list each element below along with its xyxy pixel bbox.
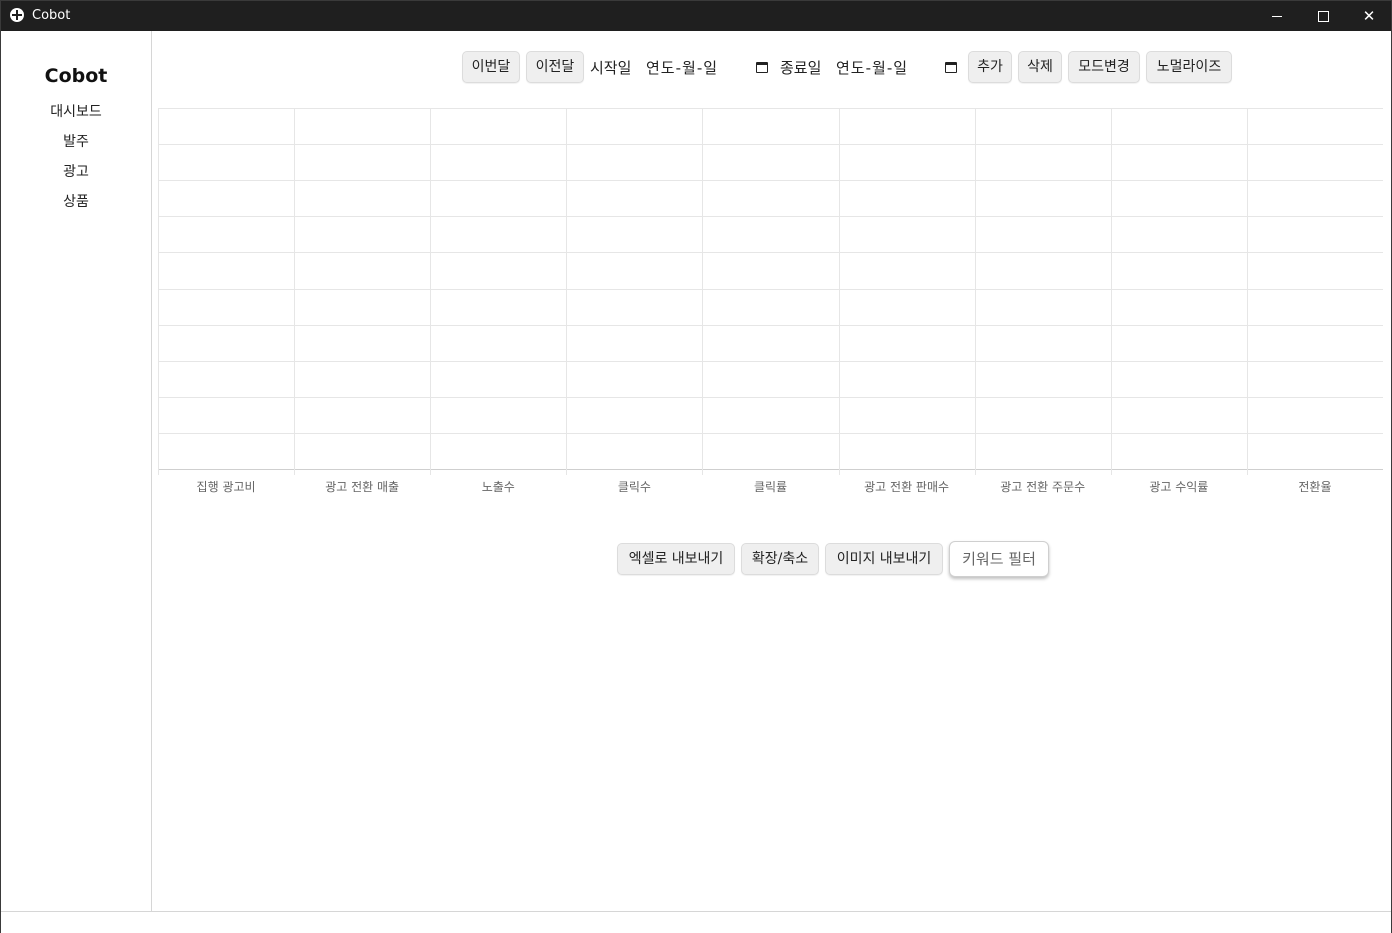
maximize-button[interactable]: [1300, 1, 1346, 31]
close-button[interactable]: ✕: [1346, 1, 1392, 31]
bar-chart: 집행 광고비 광고 전환 매출 노출수 클릭수 클릭률 광고 전환 판매수 광고 전환 주문…: [158, 108, 1384, 494]
export-image-button[interactable]: 이미지 내보내기: [825, 543, 943, 575]
x-tick-label: 광고 수익률: [1149, 480, 1208, 494]
calendar-icon[interactable]: [756, 62, 768, 73]
mode-change-button[interactable]: 모드변경: [1068, 51, 1140, 83]
chart-area: 집행 광고비 광고 전환 매출 노출수 클릭수 클릭률 광고 전환 판매수 광고 전환 주문…: [158, 108, 1384, 512]
window-title: Cobot: [32, 8, 71, 23]
maximize-icon: [1318, 11, 1329, 22]
x-tick-label: 광고 전환 매출: [325, 480, 399, 494]
start-date-label: 시작일: [590, 59, 632, 77]
this-month-button[interactable]: 이번달: [462, 51, 520, 83]
minimize-icon: [1272, 16, 1282, 17]
sidebar-brand: Cobot: [44, 65, 108, 87]
start-date-input[interactable]: 연도-월-일: [646, 58, 718, 78]
x-tick-label: 광고 전환 판매수: [864, 480, 949, 494]
calendar-icon[interactable]: [945, 62, 957, 73]
export-excel-button[interactable]: 엑셀로 내보내기: [617, 543, 735, 575]
x-tick-label: 광고 전환 주문수: [1000, 480, 1085, 494]
zoom-toggle-button[interactable]: 확장/축소: [741, 543, 819, 575]
status-bar: [1, 911, 1391, 933]
close-icon: ✕: [1362, 7, 1376, 25]
sidebar: Cobot 대시보드 발주 광고 상품: [1, 31, 152, 911]
x-tick-label: 전환율: [1298, 480, 1331, 494]
sidebar-item-ads[interactable]: 광고: [1, 161, 151, 181]
x-tick-label: 클릭수: [618, 480, 651, 494]
prev-month-button[interactable]: 이전달: [526, 51, 584, 83]
normalize-button[interactable]: 노멀라이즈: [1146, 51, 1232, 83]
title-bar: Cobot ✕: [1, 1, 1391, 31]
app-logo-icon: [10, 8, 24, 22]
app-window: Cobot ✕ Cobot 대시보드 발주 광고 상품 이번달 이전달 시작일 …: [0, 0, 1392, 933]
sidebar-item-products[interactable]: 상품: [1, 191, 151, 211]
minimize-button[interactable]: [1254, 1, 1300, 31]
end-date-input[interactable]: 연도-월-일: [836, 58, 908, 78]
end-date-label: 종료일: [780, 59, 822, 77]
delete-button[interactable]: 삭제: [1018, 51, 1062, 83]
add-button[interactable]: 추가: [968, 51, 1012, 83]
x-tick-label: 클릭률: [754, 480, 787, 494]
sidebar-item-dashboard[interactable]: 대시보드: [1, 101, 151, 121]
keyword-filter-input[interactable]: [949, 541, 1049, 577]
x-tick-label: 노출수: [482, 480, 515, 494]
sidebar-item-orders[interactable]: 발주: [1, 131, 151, 151]
x-tick-label: 집행 광고비: [197, 479, 256, 494]
